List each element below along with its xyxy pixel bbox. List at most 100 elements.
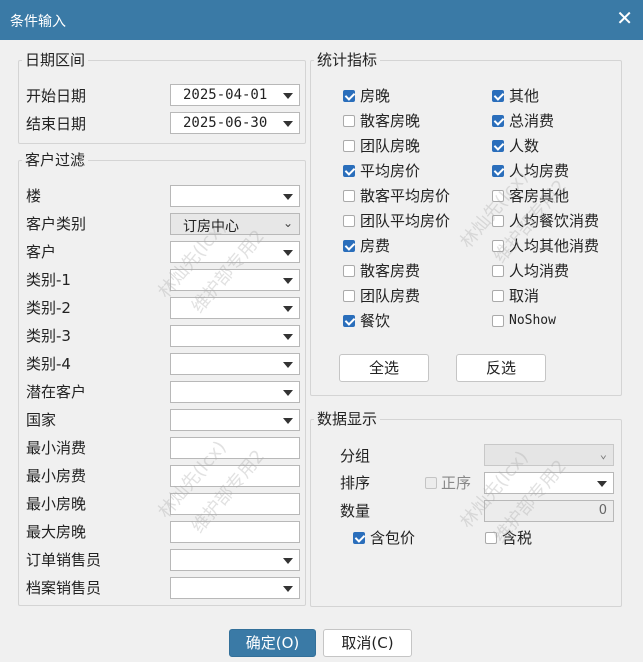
stats-title: 统计指标	[314, 51, 381, 69]
category-1-label: 类别-1	[26, 271, 71, 289]
stat-label: 其他	[509, 87, 540, 105]
min-spend-label: 最小消费	[26, 439, 87, 457]
ascending-label: 正序	[441, 474, 472, 492]
min-room-nights-input[interactable]	[170, 493, 300, 515]
dropdown-arrow-icon	[283, 586, 293, 592]
category-1-select[interactable]	[170, 269, 300, 291]
close-icon[interactable]: ✕	[616, 8, 633, 28]
ascending-checkbox	[425, 477, 437, 489]
min-spend-input[interactable]	[170, 437, 300, 459]
category-3-label: 类别-3	[26, 327, 71, 345]
stat-checkbox[interactable]	[343, 215, 355, 227]
potential-customer-select[interactable]	[170, 381, 300, 403]
count-label: 数量	[340, 502, 371, 520]
category-3-select[interactable]	[170, 325, 300, 347]
stat-label: 散客房晚	[360, 112, 421, 130]
min-room-fee-label: 最小房费	[26, 467, 87, 485]
dropdown-arrow-icon	[283, 93, 293, 99]
potential-customer-label: 潜在客户	[26, 383, 87, 401]
stat-checkbox[interactable]	[343, 140, 355, 152]
stat-label: 客房其他	[509, 187, 570, 205]
min-room-fee-input[interactable]	[170, 465, 300, 487]
country-label: 国家	[26, 411, 57, 429]
date-range-title: 日期区间	[22, 51, 89, 69]
window-title: 条件输入	[10, 14, 66, 30]
include-tax-label: 含税	[502, 529, 533, 547]
stat-checkbox[interactable]	[492, 90, 504, 102]
data-display-title: 数据显示	[314, 410, 381, 428]
order-salesperson-select[interactable]	[170, 549, 300, 571]
stat-label: 餐饮	[360, 312, 391, 330]
count-value: 0	[598, 503, 607, 518]
building-select[interactable]	[170, 185, 300, 207]
customer-select[interactable]	[170, 241, 300, 263]
stat-checkbox[interactable]	[343, 165, 355, 177]
max-room-nights-input[interactable]	[170, 521, 300, 543]
customer-label: 客户	[26, 243, 57, 261]
dropdown-arrow-icon	[283, 362, 293, 368]
stat-checkbox[interactable]	[343, 190, 355, 202]
group-label: 分组	[340, 447, 371, 465]
stat-label: 平均房价	[360, 162, 421, 180]
stat-label: 人均房费	[509, 162, 570, 180]
stat-checkbox[interactable]	[343, 315, 355, 327]
stat-label: 团队平均房价	[360, 212, 451, 230]
include-package-checkbox[interactable]	[353, 532, 365, 544]
stat-checkbox[interactable]	[492, 315, 504, 327]
stat-checkbox[interactable]	[492, 240, 504, 252]
stat-label: 团队房晚	[360, 137, 421, 155]
stat-checkbox[interactable]	[343, 290, 355, 302]
stat-checkbox[interactable]	[492, 215, 504, 227]
country-select[interactable]	[170, 409, 300, 431]
dropdown-arrow-icon	[283, 121, 293, 127]
category-2-select[interactable]	[170, 297, 300, 319]
stat-checkbox[interactable]	[343, 240, 355, 252]
chevron-down-icon: ⌄	[282, 216, 293, 230]
dropdown-arrow-icon	[597, 481, 607, 487]
stat-label: NoShow	[509, 313, 556, 328]
group-select: ⌄	[484, 444, 614, 466]
stat-label: 房费	[360, 237, 391, 255]
select-all-button[interactable]: 全选	[339, 354, 429, 382]
category-4-label: 类别-4	[26, 355, 71, 373]
category-4-select[interactable]	[170, 353, 300, 375]
customer-filter-title: 客户过滤	[22, 151, 89, 169]
sort-label: 排序	[340, 474, 371, 492]
cancel-button[interactable]: 取消(C)	[323, 629, 412, 657]
sort-select[interactable]	[484, 472, 614, 494]
profile-salesperson-select[interactable]	[170, 577, 300, 599]
building-label: 楼	[26, 187, 42, 205]
dropdown-arrow-icon	[283, 558, 293, 564]
count-input: 0	[484, 500, 614, 522]
dropdown-arrow-icon	[283, 278, 293, 284]
start-date-picker[interactable]: 2025-04-01	[170, 84, 300, 106]
stat-checkbox[interactable]	[343, 115, 355, 127]
end-date-value: 2025-06-30	[183, 115, 268, 131]
stat-checkbox[interactable]	[492, 140, 504, 152]
stat-checkbox[interactable]	[492, 165, 504, 177]
include-tax-checkbox[interactable]	[485, 532, 497, 544]
dropdown-arrow-icon	[283, 306, 293, 312]
stat-label: 人数	[509, 137, 540, 155]
chevron-down-icon: ⌄	[599, 447, 607, 461]
stat-label: 人均其他消费	[509, 237, 600, 255]
end-date-label: 结束日期	[26, 115, 87, 133]
stat-checkbox[interactable]	[343, 265, 355, 277]
stat-label: 团队房费	[360, 287, 421, 305]
stat-checkbox[interactable]	[492, 190, 504, 202]
stat-label: 散客平均房价	[360, 187, 451, 205]
stat-checkbox[interactable]	[343, 90, 355, 102]
include-package-label: 含包价	[370, 529, 416, 547]
stat-checkbox[interactable]	[492, 290, 504, 302]
customer-type-select[interactable]: 订房中心 ⌄	[170, 213, 300, 235]
min-room-nights-label: 最小房晚	[26, 495, 87, 513]
invert-selection-button[interactable]: 反选	[456, 354, 546, 382]
stat-checkbox[interactable]	[492, 115, 504, 127]
customer-type-value: 订房中心	[183, 219, 239, 235]
stat-checkbox[interactable]	[492, 265, 504, 277]
title-bar: 条件输入 ✕	[0, 0, 643, 40]
end-date-picker[interactable]: 2025-06-30	[170, 112, 300, 134]
customer-type-label: 客户类别	[26, 215, 87, 233]
ok-button[interactable]: 确定(O)	[229, 629, 316, 657]
stat-label: 取消	[509, 287, 540, 305]
